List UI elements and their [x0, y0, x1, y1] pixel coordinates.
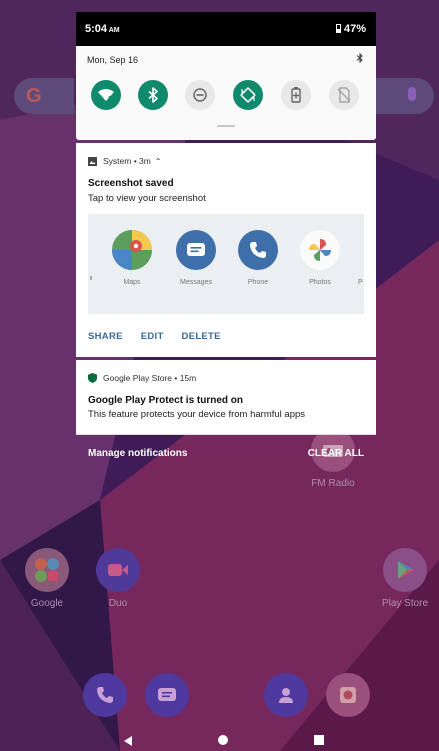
status-time: 5:04 AM [85, 23, 120, 35]
dock-phone[interactable] [83, 673, 127, 717]
notification-time: 15m [179, 373, 197, 383]
home-search-bar-end[interactable] [372, 78, 434, 114]
duo-icon [96, 548, 140, 592]
app-label: Duo [108, 598, 128, 609]
messages-icon [158, 688, 176, 701]
wifi-icon: ? [98, 89, 114, 102]
notification-screenshot[interactable]: System • 3m ⌃ Screenshot saved Tap to vi… [76, 143, 376, 357]
maps-icon [112, 230, 152, 270]
notification-app-name: Google Play Store [103, 373, 172, 383]
phone-icon [97, 687, 113, 703]
app-label: Maps [123, 279, 141, 286]
notification-title: Screenshot saved [88, 178, 174, 189]
phone-icon [238, 230, 278, 270]
home-app-play-store[interactable]: Play Store [370, 548, 439, 609]
shield-icon [88, 373, 97, 383]
notification-text: This feature protects your device from h… [88, 409, 306, 420]
quick-settings-panel: Mon, Sep 16 ? [76, 46, 376, 140]
notification-separator: • [171, 373, 180, 383]
notification-app-name: System [103, 156, 132, 166]
play-store-icon [383, 548, 427, 592]
app-label: Messages [180, 279, 212, 286]
preview-app-messages: Messages [166, 230, 226, 286]
auto-rotate-icon [240, 87, 256, 103]
do-not-disturb-icon [193, 88, 207, 102]
preview-edge-fragment: P [358, 279, 363, 286]
mic-icon [408, 87, 416, 101]
notification-text: Tap to view your screenshot [88, 193, 206, 204]
wifi-tile[interactable]: ? [91, 80, 121, 110]
app-label: FM Radio [311, 478, 355, 489]
sim-tile[interactable] [329, 80, 359, 110]
app-label: Photos [309, 279, 331, 286]
contacts-icon [279, 688, 293, 703]
screenshot-preview[interactable]: Maps Messages Phone Photos P [88, 214, 364, 314]
dnd-tile[interactable] [185, 80, 215, 110]
battery-saver-tile[interactable] [281, 80, 311, 110]
back-icon[interactable] [124, 736, 132, 746]
preview-app-photos: Photos [290, 230, 350, 286]
dock-messages[interactable] [145, 673, 189, 717]
status-battery: 47% [335, 23, 366, 35]
app-label: Google [30, 598, 64, 609]
dock-contacts[interactable] [264, 673, 308, 717]
notification-play-protect[interactable]: Google Play Store • 15m Google Play Prot… [76, 360, 376, 435]
battery-saver-icon [291, 87, 301, 103]
auto-rotate-tile[interactable] [233, 80, 263, 110]
camera-icon [340, 687, 356, 703]
qs-date[interactable]: Mon, Sep 16 [87, 55, 138, 65]
navigation-bar [0, 733, 439, 751]
edit-button[interactable]: EDIT [141, 331, 164, 342]
bluetooth-tile[interactable] [138, 80, 168, 110]
bluetooth-icon [148, 87, 158, 103]
preview-edge-fragment [90, 276, 92, 280]
notification-actions: SHARE EDIT DELETE [88, 331, 236, 342]
delete-button[interactable]: DELETE [182, 331, 221, 342]
app-label: Phone [247, 279, 269, 286]
google-folder-icon [25, 548, 69, 592]
home-app-google[interactable]: Google [12, 548, 82, 609]
notification-time: 3m [139, 156, 151, 166]
app-label: Play Store [381, 598, 429, 609]
notification-title: Google Play Protect is turned on [88, 395, 244, 406]
dock-camera[interactable] [326, 673, 370, 717]
google-g-icon: G [26, 85, 42, 107]
status-bar: 5:04 AM 47% [76, 12, 376, 46]
manage-notifications-button[interactable]: Manage notifications [88, 448, 187, 459]
notification-separator: • [131, 156, 140, 166]
share-button[interactable]: SHARE [88, 331, 123, 342]
preview-app-phone: Phone [228, 230, 288, 286]
messages-icon [176, 230, 216, 270]
recents-icon[interactable] [314, 735, 324, 745]
home-search-bar[interactable]: G [14, 78, 74, 114]
photos-icon [300, 230, 340, 270]
preview-app-maps: Maps [102, 230, 162, 286]
qs-expand-handle[interactable] [217, 125, 235, 127]
system-image-icon [88, 156, 97, 166]
svg-text:?: ? [108, 96, 112, 102]
clear-all-button[interactable]: CLEAR ALL [308, 448, 364, 459]
notification-header: System • 3m ⌃ [88, 156, 162, 166]
home-app-duo[interactable]: Duo [83, 548, 153, 609]
notification-header: Google Play Store • 15m [88, 373, 196, 383]
battery-icon [335, 24, 341, 33]
chevron-up-icon[interactable]: ⌃ [155, 157, 162, 166]
home-icon[interactable] [218, 735, 228, 745]
bluetooth-status-icon [356, 52, 364, 66]
no-sim-icon [337, 87, 351, 103]
